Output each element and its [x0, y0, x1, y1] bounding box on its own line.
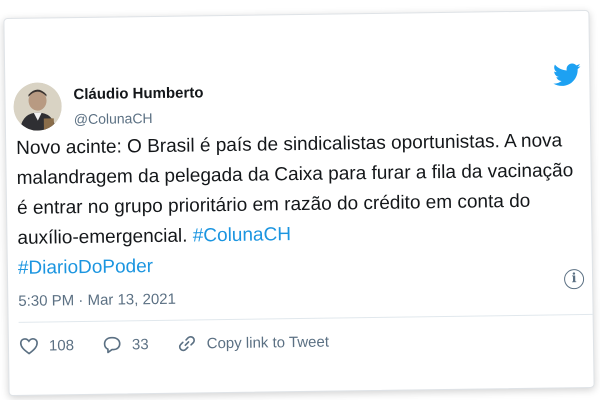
copy-link-label: Copy link to Tweet: [206, 333, 330, 352]
copy-link-button[interactable]: Copy link to Tweet: [177, 333, 330, 353]
author-handle[interactable]: @ColunaCH: [74, 109, 204, 127]
reply-count: 33: [131, 335, 149, 353]
info-icon[interactable]: i: [563, 269, 585, 290]
author-display-name[interactable]: Cláudio Humberto: [73, 84, 203, 103]
twitter-bird-icon[interactable]: [553, 63, 581, 87]
divider: [18, 313, 593, 323]
reply-button[interactable]: 33: [102, 335, 149, 354]
tweet-card: Cláudio Humberto @ColunaCH Novo acinte: …: [3, 9, 595, 397]
tweet-text: Novo acinte: O Brasil é país de sindical…: [16, 126, 588, 284]
author-info: Cláudio Humberto @ColunaCH: [73, 84, 204, 127]
tweet-actions: 108 33 Copy link to Tweet: [19, 329, 357, 358]
like-button[interactable]: 108: [19, 336, 74, 355]
hashtag-link[interactable]: #DiarioDoPoder: [18, 256, 153, 279]
link-icon: [178, 335, 195, 352]
tweet-timestamp[interactable]: 5:30 PM · Mar 13, 2021: [18, 291, 176, 310]
heart-icon: [19, 337, 38, 355]
author-avatar[interactable]: [13, 82, 62, 131]
avatar-portrait-icon: [13, 82, 62, 131]
tweet-body-text: Novo acinte: O Brasil é país de sindical…: [16, 130, 574, 249]
hashtag-link[interactable]: #ColunaCH: [193, 224, 292, 246]
reply-bubble-icon: [103, 336, 121, 354]
like-count: 108: [48, 336, 75, 355]
